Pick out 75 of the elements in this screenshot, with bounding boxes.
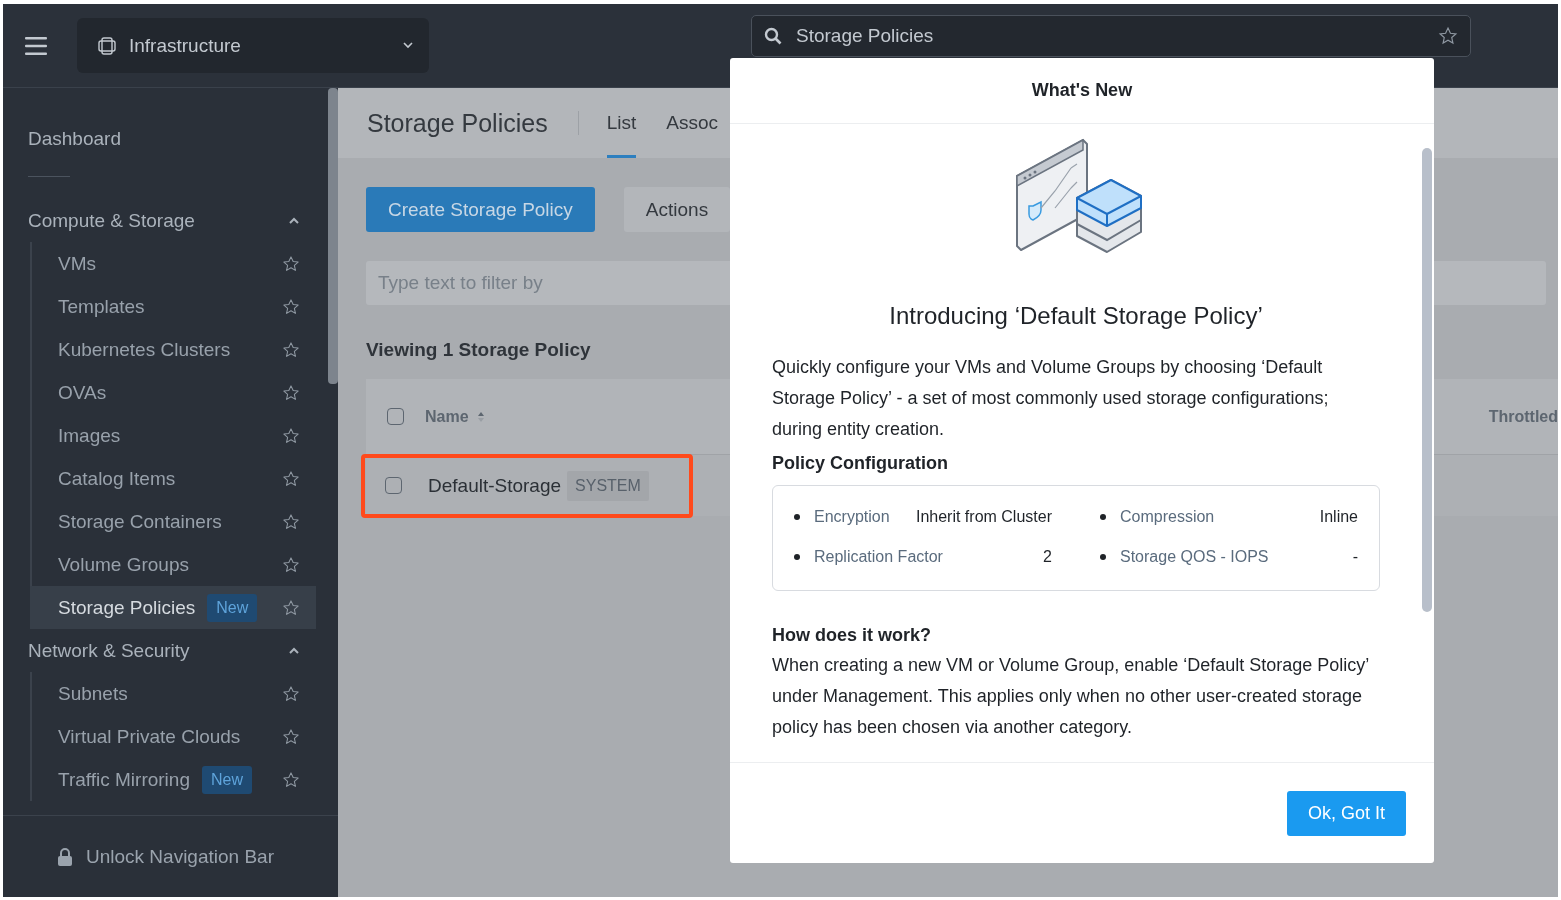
checkbox[interactable] bbox=[385, 477, 402, 494]
sidebar-item[interactable]: VMs bbox=[30, 242, 316, 285]
result-count: Viewing 1 Storage Policy bbox=[366, 339, 592, 361]
sidebar-group-header[interactable]: Network & Security bbox=[28, 629, 316, 672]
caret-up-icon bbox=[288, 646, 300, 655]
tab[interactable]: Assoc bbox=[666, 88, 718, 158]
unlock-navigation-link[interactable]: Unlock Navigation Bar bbox=[86, 845, 274, 868]
search-field[interactable]: Storage Policies bbox=[751, 14, 1471, 57]
config-value: - bbox=[1351, 548, 1358, 566]
sidebar-item[interactable]: Images bbox=[30, 414, 316, 457]
app-switcher[interactable]: Infrastructure bbox=[77, 18, 429, 73]
config-label: Compression bbox=[1120, 508, 1215, 526]
sidebar-item[interactable]: Storage Policies New bbox=[30, 586, 316, 629]
sidebar-item[interactable]: Traffic Mirroring New bbox=[30, 758, 316, 801]
section-title: How does it work? bbox=[772, 625, 932, 646]
policy-name[interactable]: Default-Storage bbox=[428, 474, 562, 497]
chevron-down-icon bbox=[403, 42, 413, 49]
sidebar-item[interactable]: Volume Groups bbox=[30, 543, 316, 586]
group-label: Network & Security bbox=[28, 639, 190, 662]
star-icon[interactable] bbox=[282, 727, 300, 746]
group-label: Compute & Storage bbox=[28, 209, 195, 232]
star-icon[interactable] bbox=[282, 383, 300, 402]
config-label: Encryption bbox=[814, 508, 890, 526]
star-icon[interactable] bbox=[282, 469, 300, 488]
star-icon[interactable] bbox=[1438, 25, 1458, 46]
config-value: Inline bbox=[1318, 508, 1358, 526]
search-icon bbox=[764, 26, 782, 45]
star-icon[interactable] bbox=[282, 340, 300, 359]
star-icon[interactable] bbox=[282, 684, 300, 703]
create-policy-button[interactable]: Create Storage Policy bbox=[366, 187, 595, 232]
new-badge: New bbox=[207, 593, 258, 622]
sidebar-item[interactable]: Templates bbox=[30, 285, 316, 328]
section-title: Policy Configuration bbox=[772, 453, 949, 474]
scrollbar[interactable] bbox=[328, 88, 338, 384]
sidebar-group-header[interactable]: Compute & Storage bbox=[28, 199, 316, 242]
bullet-icon bbox=[794, 554, 800, 560]
star-icon[interactable] bbox=[282, 512, 300, 531]
intro-text: Quickly configure your VMs and Volume Groups by choosing ‘Default Storage Policy’ - a set of most commonly used storage configurations; during entity creation. bbox=[772, 356, 1330, 441]
cube-icon bbox=[97, 35, 117, 56]
star-icon[interactable] bbox=[282, 770, 300, 789]
bullet-icon bbox=[1100, 554, 1106, 560]
dialog-heading: Introducing ‘Default Storage Policy’ bbox=[888, 302, 1264, 330]
sidebar-item[interactable]: OVAs bbox=[30, 371, 316, 414]
star-icon[interactable] bbox=[282, 555, 300, 574]
config-value: Inherit from Cluster bbox=[914, 508, 1052, 526]
actions-button[interactable]: Actions bbox=[623, 187, 731, 232]
column-header[interactable]: Throttled bbox=[1488, 407, 1558, 426]
caret-up-icon bbox=[288, 216, 300, 225]
star-icon[interactable] bbox=[282, 426, 300, 445]
config-value: 2 bbox=[1042, 548, 1052, 566]
config-label: Replication Factor bbox=[814, 548, 943, 566]
sidebar-item[interactable]: Subnets bbox=[30, 672, 316, 715]
sidebar-item[interactable]: Catalog Items bbox=[30, 457, 316, 500]
sidebar-item[interactable]: Kubernetes Clusters bbox=[30, 328, 316, 371]
lock-icon bbox=[58, 847, 72, 866]
scrollbar[interactable] bbox=[1422, 148, 1432, 612]
sidebar-item[interactable]: Virtual Private Clouds bbox=[30, 715, 316, 758]
menu-icon[interactable] bbox=[25, 35, 47, 56]
tab[interactable]: List bbox=[606, 88, 637, 158]
star-icon[interactable] bbox=[282, 254, 300, 273]
config-label: Storage QOS - IOPS bbox=[1120, 548, 1269, 566]
bullet-icon bbox=[794, 514, 800, 520]
checkbox[interactable] bbox=[387, 408, 404, 425]
star-icon[interactable] bbox=[282, 598, 300, 617]
sidebar-link[interactable]: Dashboard bbox=[28, 112, 316, 166]
new-badge: New bbox=[201, 765, 252, 794]
system-tag: SYSTEM bbox=[567, 470, 649, 501]
column-header[interactable]: Name bbox=[425, 407, 469, 426]
page-title: Storage Policies bbox=[367, 108, 548, 138]
star-icon[interactable] bbox=[282, 297, 300, 316]
sidebar-item[interactable]: Storage Containers bbox=[30, 500, 316, 543]
dialog-title: What's New bbox=[1031, 80, 1133, 101]
bullet-icon bbox=[1100, 514, 1106, 520]
ok-button[interactable]: Ok, Got It bbox=[1286, 790, 1406, 836]
how-text: When creating a new VM or Volume Group, enable ‘Default Storage Policy’ under Management. This applies only when no other user-created storage policy has been chosen via another category. bbox=[772, 654, 1370, 739]
